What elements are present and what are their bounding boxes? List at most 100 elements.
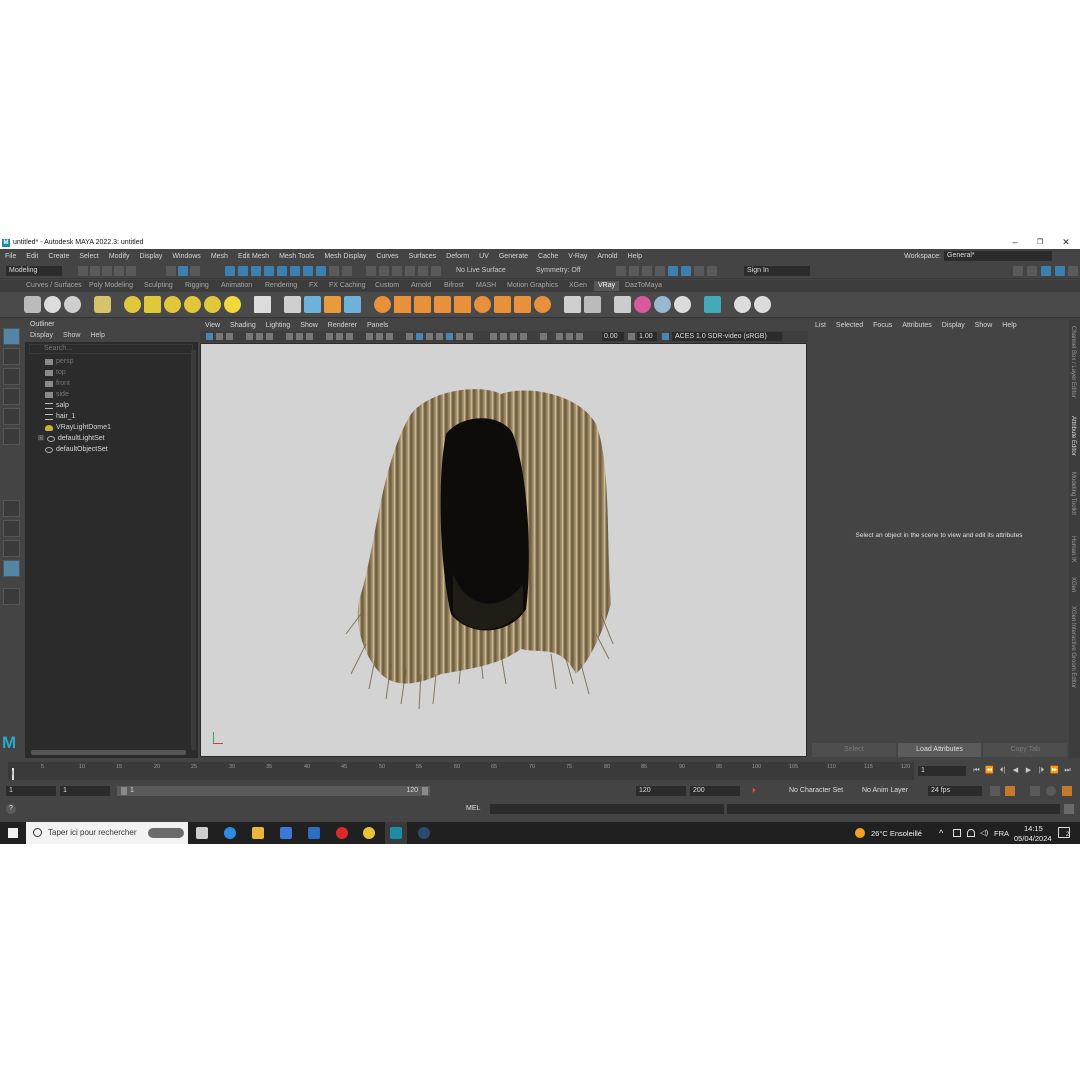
snap-bake-icon[interactable] [316,266,326,276]
paint-select-tool-icon[interactable] [3,368,20,385]
network-icon[interactable] [953,829,961,837]
channel-box-toggle-icon[interactable] [1055,266,1065,276]
render-settings-icon[interactable] [431,266,441,276]
vray-dof-icon[interactable] [514,296,531,313]
mode-dropdown[interactable]: Modeling [6,266,62,276]
rotate-tool-icon[interactable] [3,408,20,425]
speaker-icon[interactable]: ◁) [980,828,988,837]
auto-key-icon[interactable]: ⏵ [752,786,760,796]
outliner-item[interactable]: defaultObjectSet [45,444,108,455]
snap-pivot-icon[interactable] [303,266,313,276]
snap-curve-icon[interactable] [238,266,248,276]
shelf-tab-sculpting[interactable]: Sculpting [140,281,177,291]
ae-menu-list[interactable]: List [810,320,831,332]
render-frame-icon[interactable] [629,266,639,276]
vray-logo-icon[interactable] [754,296,771,313]
save-scene-icon[interactable] [102,266,112,276]
outliner-item[interactable]: VRayLightDome1 [45,422,111,433]
output-ops-icon[interactable] [392,266,402,276]
vray-cosmos-icon[interactable] [704,296,721,313]
chevron-up-icon[interactable]: ^ [939,828,943,838]
outliner-item[interactable]: front [45,378,70,389]
tab-human-ik[interactable]: Human IK [1070,536,1076,563]
file-explorer-icon[interactable] [252,827,264,839]
xray-icon[interactable] [376,333,383,340]
outliner-item[interactable]: hair_1 [45,411,75,422]
windows-start-icon[interactable] [8,828,18,838]
outliner-vertical-scrollbar[interactable] [191,350,196,750]
viewport-menu-view[interactable]: View [200,320,225,331]
ae-menu-help[interactable]: Help [997,320,1021,332]
mail-icon[interactable] [308,827,320,839]
opera-browser-icon[interactable] [336,827,348,839]
shelf-tab-custom[interactable]: Custom [371,281,403,291]
light-editor-icon[interactable] [694,266,704,276]
menu-mesh-display[interactable]: Mesh Display [319,253,371,260]
tab-modeling-toolkit[interactable]: Modeling Toolkit [1070,472,1076,515]
time-slider-track[interactable]: 1 5 10 15 20 25 30 35 40 45 50 55 60 65 … [8,762,914,780]
expand-icon[interactable]: ⊞ [38,433,44,444]
menu-edit[interactable]: Edit [21,253,43,260]
vray-clipper-icon[interactable] [474,296,491,313]
playback-start-field[interactable]: 1 [60,786,110,796]
vray-object-props-icon[interactable] [564,296,581,313]
use-all-lights-icon[interactable] [456,333,463,340]
vray-frame-icon[interactable] [681,266,691,276]
vray-lightmix-icon[interactable] [614,296,631,313]
antialiasing-icon[interactable] [510,333,517,340]
help-icon[interactable]: ? [6,804,16,814]
safe-action-icon[interactable] [346,333,353,340]
smooth-shade-icon[interactable] [416,333,423,340]
anim-layer-dropdown[interactable]: No Anim Layer [862,787,908,794]
menu-help[interactable]: Help [623,253,647,260]
outliner-menu-help[interactable]: Help [85,330,109,342]
shelf-tab-fx[interactable]: FX [305,281,322,291]
steam-icon[interactable] [418,827,430,839]
menu-mesh[interactable]: Mesh [206,253,233,260]
tab-xgen-groom-editor[interactable]: XGen Interactive Groom Editor [1070,606,1076,688]
go-to-start-icon[interactable]: ⏮ [972,766,981,775]
shelf-tab-rendering[interactable]: Rendering [261,281,301,291]
shelf-tab-mash[interactable]: MASH [472,281,500,291]
preferences-icon[interactable] [1046,786,1056,796]
isolate-select-icon[interactable] [366,333,373,340]
step-forward-frame-icon[interactable]: |⏵ [1037,766,1046,775]
menu-select[interactable]: Select [74,253,103,260]
vray-decal-icon[interactable] [394,296,411,313]
select-component-icon[interactable] [190,266,200,276]
snap-vertex-icon[interactable] [290,266,300,276]
menu-arnold[interactable]: Arnold [592,253,622,260]
menu-windows[interactable]: Windows [167,253,205,260]
menu-curves[interactable]: Curves [371,253,403,260]
camera-select-icon[interactable] [206,333,213,340]
select-tool-icon[interactable] [3,328,20,345]
grease-pencil-icon[interactable] [266,333,273,340]
menu-create[interactable]: Create [43,253,74,260]
animation-start-field[interactable]: 1 [6,786,56,796]
move-tool-icon[interactable] [3,388,20,405]
depth-of-field-icon[interactable] [520,333,527,340]
render-icon[interactable] [405,266,415,276]
close-button[interactable]: ✕ [1054,236,1078,249]
field-chart-icon[interactable] [336,333,343,340]
camera-attr-icon[interactable] [216,333,223,340]
shelf-tab-vray[interactable]: VRay [594,281,620,291]
textured-icon[interactable] [446,333,453,340]
vray-volume-icon[interactable] [344,296,361,313]
shelf-tab-arnold[interactable]: Arnold [407,281,435,291]
tab-attribute-editor[interactable]: Attribute Editor [1070,416,1076,456]
redo-icon[interactable] [126,266,136,276]
viewport-canvas[interactable] [200,343,807,757]
edge-browser-icon[interactable] [224,827,236,839]
mel-language-toggle[interactable]: MEL [466,805,480,812]
ae-menu-selected[interactable]: Selected [831,320,868,332]
sign-in-dropdown[interactable]: Sign In [744,266,810,276]
vray-render-icon[interactable] [24,296,41,313]
animation-end-field[interactable]: 200 [690,786,740,796]
task-view-icon[interactable] [196,827,208,839]
vray-vfb-icon[interactable] [64,296,81,313]
shelf-tab-rigging[interactable]: Rigging [181,281,213,291]
shelf-tab-xgen[interactable]: XGen [565,281,591,291]
workspace-toggle-icon[interactable] [1013,266,1023,276]
snap-surface-icon[interactable] [277,266,287,276]
